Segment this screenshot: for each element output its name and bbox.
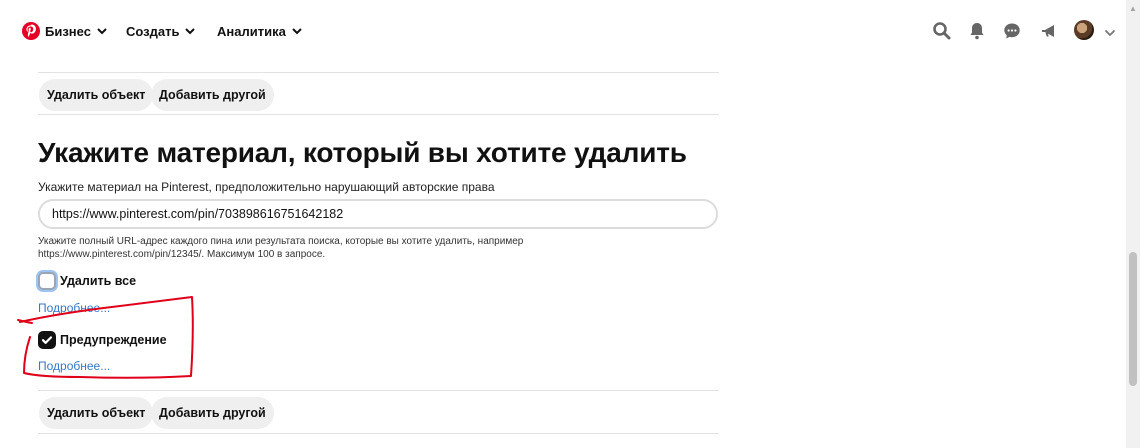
nav-analytics-label: Аналитика xyxy=(217,24,286,39)
scroll-up-arrow-icon[interactable]: ▲ xyxy=(1129,4,1137,13)
nav-create-label: Создать xyxy=(126,24,180,39)
warning-checkbox[interactable] xyxy=(38,331,56,349)
remove-item-button-bottom[interactable]: Удалить объект xyxy=(39,397,154,429)
section-title: Укажите материал, который вы хотите удал… xyxy=(38,137,687,168)
url-field-hint: Укажите полный URL-адрес каждого пина ил… xyxy=(38,236,524,260)
nav-business-label: Бизнес xyxy=(45,24,91,39)
chevron-down-icon xyxy=(292,23,302,38)
remove-all-more-link[interactable]: Подробнее... xyxy=(38,301,110,315)
remove-all-label: Удалить все xyxy=(60,274,137,288)
add-another-button-bottom[interactable]: Добавить другой xyxy=(151,397,274,429)
messages-icon[interactable] xyxy=(1001,20,1023,42)
avatar[interactable] xyxy=(1074,20,1094,40)
remove-item-button[interactable]: Удалить объект xyxy=(39,79,154,111)
add-another-button[interactable]: Добавить другой xyxy=(151,79,274,111)
nav-create-menu[interactable]: Создать xyxy=(126,23,196,39)
warning-more-link[interactable]: Подробнее... xyxy=(38,359,110,373)
top-navigation-bar: Бизнес Создать Аналитика xyxy=(0,0,1126,62)
pinterest-logo-icon[interactable] xyxy=(22,22,40,40)
divider xyxy=(38,433,719,434)
remove-all-checkbox[interactable] xyxy=(38,272,56,290)
divider xyxy=(38,114,719,115)
megaphone-icon[interactable] xyxy=(1038,20,1060,42)
divider xyxy=(38,72,719,73)
chevron-down-icon xyxy=(185,23,196,38)
nav-business-menu[interactable]: Бизнес xyxy=(45,23,107,39)
warning-label: Предупреждение xyxy=(60,333,167,347)
bell-icon[interactable] xyxy=(966,20,988,42)
material-url-input[interactable] xyxy=(38,199,718,229)
scrollbar[interactable]: ▲ xyxy=(1126,0,1140,448)
url-field-label: Укажите материал на Pinterest, предполож… xyxy=(38,180,495,194)
chevron-down-icon xyxy=(97,23,107,38)
divider xyxy=(38,390,719,391)
account-chevron-down-icon[interactable] xyxy=(1104,24,1116,42)
remove-all-checkbox-row[interactable]: Удалить все xyxy=(38,272,136,290)
search-icon[interactable] xyxy=(931,20,953,42)
scrollbar-thumb[interactable] xyxy=(1129,252,1137,386)
warning-checkbox-row[interactable]: Предупреждение xyxy=(38,331,167,349)
nav-analytics-menu[interactable]: Аналитика xyxy=(217,23,302,39)
